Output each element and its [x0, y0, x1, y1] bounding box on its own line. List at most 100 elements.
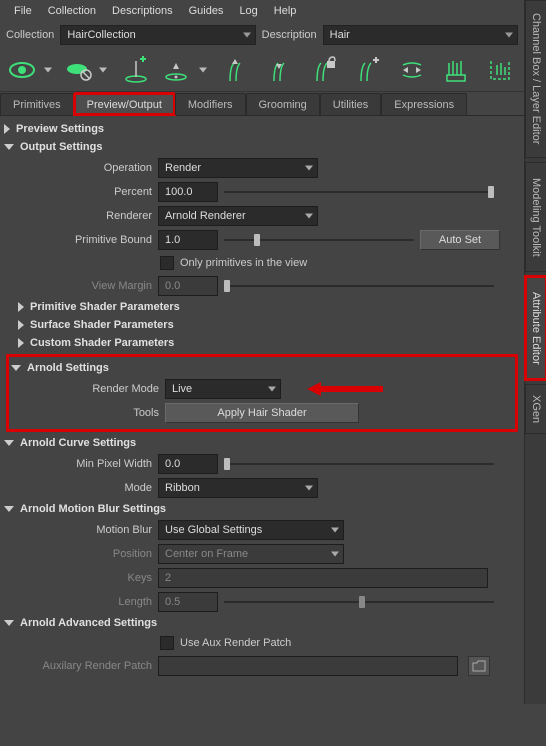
chevron-down-icon	[505, 33, 513, 38]
tab-row: Primitives Preview/Output Modifiers Groo…	[0, 92, 524, 116]
tab-expressions[interactable]: Expressions	[381, 93, 467, 115]
chevron-down-icon	[4, 440, 14, 446]
side-tab-modeling[interactable]: Modeling Toolkit	[525, 162, 546, 272]
mb-len-slider	[224, 592, 494, 612]
operation-dropdown[interactable]: Render	[158, 158, 318, 178]
chevron-down-icon	[99, 67, 107, 72]
menu-guides[interactable]: Guides	[181, 1, 232, 21]
aux-input	[158, 656, 458, 676]
section-surf-shader[interactable]: Surface Shader Parameters	[2, 316, 522, 334]
mode-dropdown[interactable]: Ribbon	[158, 478, 318, 498]
minpx-label: Min Pixel Width	[2, 458, 152, 470]
chevron-down-icon	[11, 365, 21, 371]
description-value: Hair	[330, 29, 350, 41]
tool-frame[interactable]	[480, 50, 520, 90]
useaux-checkbox[interactable]	[160, 636, 174, 650]
mode-label: Mode	[2, 482, 152, 494]
toolbar	[0, 48, 524, 92]
menu-descriptions[interactable]: Descriptions	[104, 1, 181, 21]
chevron-down-icon	[4, 620, 14, 626]
mb-len-input: 0.5	[158, 592, 218, 612]
chevron-down-icon	[268, 387, 276, 392]
menu-file[interactable]: File	[6, 1, 40, 21]
tool-hair-2[interactable]	[259, 50, 299, 90]
renderer-dropdown[interactable]: Arnold Renderer	[158, 206, 318, 226]
tool-add-guide[interactable]	[115, 50, 155, 90]
minpx-slider[interactable]	[224, 454, 494, 474]
tool-hair-lock[interactable]	[303, 50, 343, 90]
menu-help[interactable]: Help	[266, 1, 305, 21]
rendermode-label: Render Mode	[9, 383, 159, 395]
tool-brush[interactable]	[436, 50, 476, 90]
section-prim-shader[interactable]: Primitive Shader Parameters	[2, 298, 522, 316]
only-prim-label: Only primitives in the view	[180, 257, 307, 269]
tool-surface[interactable]	[160, 50, 212, 90]
section-cust-shader[interactable]: Custom Shader Parameters	[2, 334, 522, 352]
tool-hair-plus[interactable]	[348, 50, 388, 90]
tab-preview-output[interactable]: Preview/Output	[74, 93, 175, 115]
chevron-right-icon	[18, 320, 24, 330]
section-preview-settings[interactable]: Preview Settings	[2, 120, 522, 138]
mb-dropdown[interactable]: Use Global Settings	[158, 520, 344, 540]
apply-hair-shader-button[interactable]: Apply Hair Shader	[165, 403, 359, 423]
browse-button[interactable]	[468, 656, 490, 676]
viewmargin-label: View Margin	[2, 280, 152, 292]
collection-label: Collection	[6, 29, 54, 41]
mb-len-label: Length	[2, 596, 152, 608]
side-tab-xgen[interactable]: XGen	[525, 384, 546, 434]
tab-primitives[interactable]: Primitives	[0, 93, 74, 115]
section-arnold-curve[interactable]: Arnold Curve Settings	[2, 434, 522, 452]
primbound-label: Primitive Bound	[2, 234, 152, 246]
mb-keys-input: 2	[158, 568, 488, 588]
side-tabs: Channel Box / Layer Editor Modeling Tool…	[524, 0, 546, 704]
primbound-input[interactable]: 1.0	[158, 230, 218, 250]
side-tab-attribute-editor[interactable]: Attribute Editor	[525, 276, 546, 380]
chevron-down-icon	[44, 67, 52, 72]
viewmargin-input: 0.0	[158, 276, 218, 296]
description-label: Description	[262, 29, 317, 41]
annotation-arrow	[305, 379, 385, 399]
tool-ellipse[interactable]	[60, 50, 112, 90]
menubar: File Collection Descriptions Guides Log …	[0, 0, 524, 22]
panel-body[interactable]: Preview Settings Output Settings Operati…	[0, 116, 524, 746]
percent-input[interactable]: 100.0	[158, 182, 218, 202]
section-arnold-mb[interactable]: Arnold Motion Blur Settings	[2, 500, 522, 518]
chevron-down-icon	[4, 144, 14, 150]
section-arnold-adv[interactable]: Arnold Advanced Settings	[2, 614, 522, 632]
percent-label: Percent	[2, 186, 152, 198]
chevron-down-icon	[331, 552, 339, 557]
menu-collection[interactable]: Collection	[40, 1, 104, 21]
chevron-right-icon	[4, 124, 10, 134]
operation-label: Operation	[2, 162, 152, 174]
section-arnold[interactable]: Arnold Settings	[9, 359, 515, 377]
useaux-label: Use Aux Render Patch	[180, 637, 291, 649]
collection-dropdown[interactable]: HairCollection	[60, 25, 255, 45]
rendermode-dropdown[interactable]: Live	[165, 379, 281, 399]
section-output-settings[interactable]: Output Settings	[2, 138, 522, 156]
autoset-button[interactable]: Auto Set	[420, 230, 500, 250]
tool-horizontal[interactable]	[392, 50, 432, 90]
aux-label: Auxilary Render Patch	[2, 660, 152, 672]
tool-eye[interactable]	[4, 50, 56, 90]
minpx-input[interactable]: 0.0	[158, 454, 218, 474]
menu-log[interactable]: Log	[231, 1, 265, 21]
mb-pos-dropdown: Center on Frame	[158, 544, 344, 564]
chevron-down-icon	[331, 528, 339, 533]
chevron-down-icon	[305, 166, 313, 171]
mb-label: Motion Blur	[2, 524, 152, 536]
percent-slider[interactable]	[224, 182, 494, 202]
collection-row: Collection HairCollection Description Ha…	[0, 22, 524, 48]
chevron-right-icon	[18, 338, 24, 348]
collection-value: HairCollection	[67, 29, 135, 41]
tool-hair-1[interactable]	[215, 50, 255, 90]
chevron-down-icon	[305, 486, 313, 491]
primbound-slider[interactable]	[224, 230, 414, 250]
description-dropdown[interactable]: Hair	[323, 25, 518, 45]
side-tab-channelbox[interactable]: Channel Box / Layer Editor	[525, 0, 546, 158]
only-prim-checkbox[interactable]	[160, 256, 174, 270]
chevron-right-icon	[18, 302, 24, 312]
chevron-down-icon	[4, 506, 14, 512]
tab-utilities[interactable]: Utilities	[320, 93, 381, 115]
tab-modifiers[interactable]: Modifiers	[175, 93, 246, 115]
tab-grooming[interactable]: Grooming	[246, 93, 320, 115]
